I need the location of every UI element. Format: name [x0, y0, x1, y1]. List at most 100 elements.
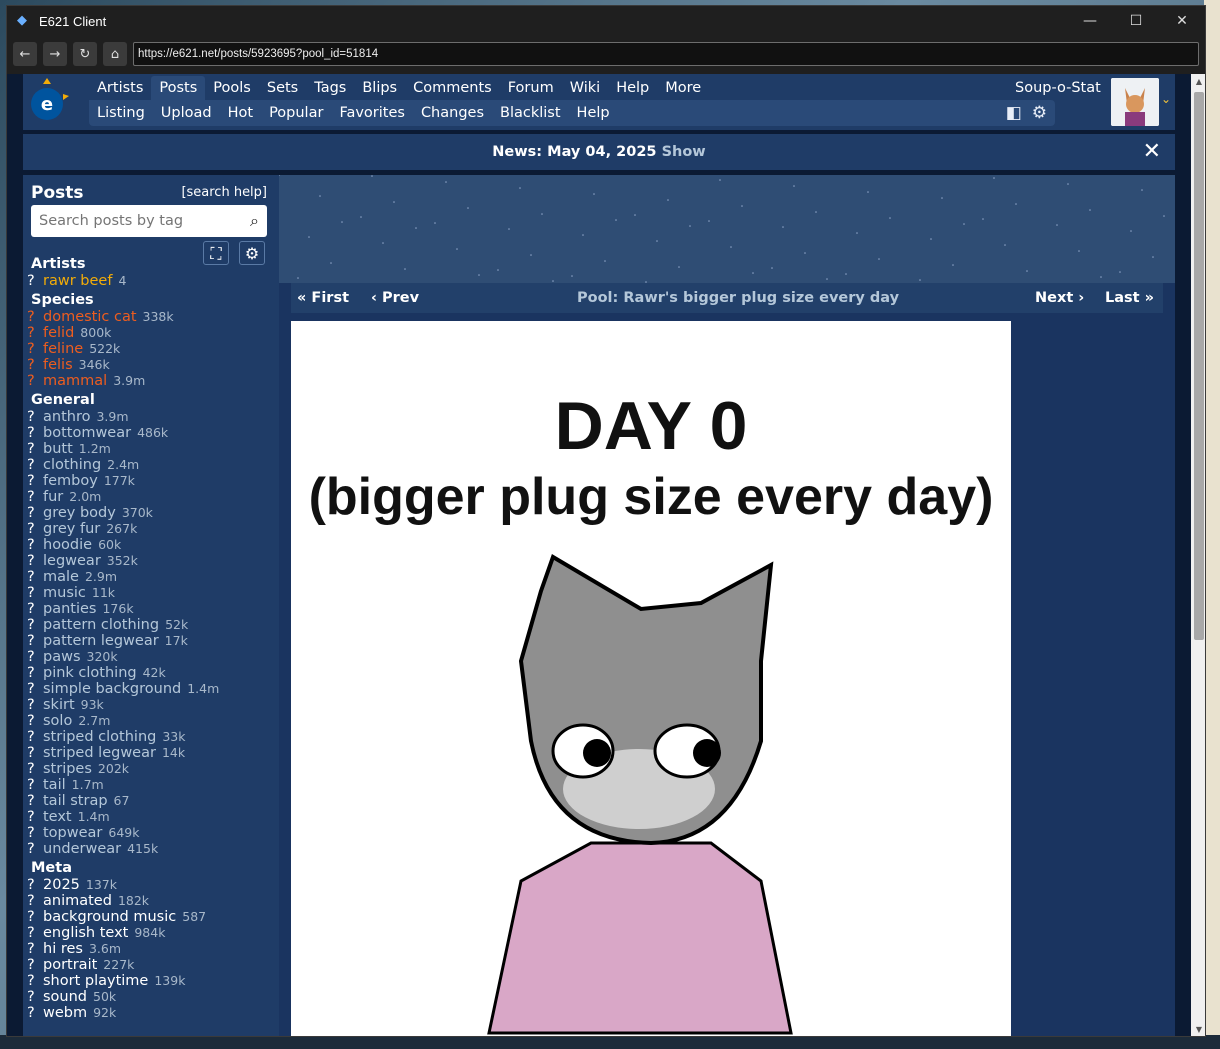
gear-icon[interactable]: ⚙ [1032, 103, 1047, 123]
pool-next-link[interactable]: Next › [1035, 283, 1084, 313]
nav-item-more[interactable]: More [657, 76, 709, 100]
tag-wiki-link[interactable]: ? [27, 745, 43, 761]
e621-logo[interactable]: e [27, 76, 71, 128]
tag-wiki-link[interactable]: ? [27, 649, 43, 665]
tag-name-link[interactable]: background music [43, 909, 176, 925]
tag-name-link[interactable]: domestic cat [43, 309, 137, 325]
tag-wiki-link[interactable]: ? [27, 825, 43, 841]
maximize-button[interactable]: ☐ [1113, 6, 1159, 36]
scroll-down-icon[interactable]: ▼ [1191, 1022, 1205, 1036]
tag-name-link[interactable]: topwear [43, 825, 102, 841]
tag-name-link[interactable]: legwear [43, 553, 101, 569]
tag-wiki-link[interactable]: ? [27, 457, 43, 473]
tag-wiki-link[interactable]: ? [27, 877, 43, 893]
tag-name-link[interactable]: short playtime [43, 973, 148, 989]
tag-wiki-link[interactable]: ? [27, 325, 43, 341]
tag-wiki-link[interactable]: ? [27, 617, 43, 633]
news-show-link[interactable]: Show [662, 144, 706, 160]
nav-item-help[interactable]: Help [608, 76, 657, 100]
nav-item-posts[interactable]: Posts [151, 76, 206, 100]
scroll-up-icon[interactable]: ▲ [1191, 74, 1205, 90]
tag-name-link[interactable]: skirt [43, 697, 75, 713]
tag-name-link[interactable]: tail strap [43, 793, 108, 809]
tag-wiki-link[interactable]: ? [27, 273, 43, 289]
tag-wiki-link[interactable]: ? [27, 841, 43, 857]
subnav-item-hot[interactable]: Hot [220, 100, 261, 126]
tag-name-link[interactable]: pattern legwear [43, 633, 159, 649]
pool-last-link[interactable]: Last » [1105, 283, 1154, 313]
nav-item-blips[interactable]: Blips [354, 76, 405, 100]
tag-name-link[interactable]: music [43, 585, 86, 601]
reload-button[interactable]: ↻ [73, 42, 97, 66]
tag-wiki-link[interactable]: ? [27, 601, 43, 617]
tag-name-link[interactable]: underwear [43, 841, 121, 857]
scroll-thumb[interactable] [1194, 92, 1204, 640]
tag-wiki-link[interactable]: ? [27, 373, 43, 389]
subnav-item-upload[interactable]: Upload [153, 100, 220, 126]
tag-name-link[interactable]: hoodie [43, 537, 92, 553]
tag-name-link[interactable]: panties [43, 601, 96, 617]
tag-wiki-link[interactable]: ? [27, 341, 43, 357]
close-icon[interactable]: ✕ [1143, 134, 1161, 170]
tag-name-link[interactable]: stripes [43, 761, 92, 777]
pool-name-link[interactable]: Pool: Rawr's bigger plug size every day [577, 283, 899, 313]
theme-icon[interactable]: ◧ [1006, 103, 1022, 123]
tag-wiki-link[interactable]: ? [27, 489, 43, 505]
tag-wiki-link[interactable]: ? [27, 665, 43, 681]
tag-name-link[interactable]: pattern clothing [43, 617, 159, 633]
tag-name-link[interactable]: english text [43, 925, 128, 941]
vertical-scrollbar[interactable]: ▲ ▼ [1191, 74, 1205, 1036]
close-window-button[interactable]: ✕ [1159, 6, 1205, 36]
nav-item-comments[interactable]: Comments [405, 76, 500, 100]
tag-wiki-link[interactable]: ? [27, 569, 43, 585]
tag-wiki-link[interactable]: ? [27, 553, 43, 569]
tag-wiki-link[interactable]: ? [27, 941, 43, 957]
tag-name-link[interactable]: femboy [43, 473, 98, 489]
tag-wiki-link[interactable]: ? [27, 633, 43, 649]
tag-name-link[interactable]: fur [43, 489, 63, 505]
tag-wiki-link[interactable]: ? [27, 925, 43, 941]
tag-wiki-link[interactable]: ? [27, 505, 43, 521]
address-bar[interactable]: https://e621.net/posts/5923695?pool_id=5… [133, 42, 1199, 66]
tag-wiki-link[interactable]: ? [27, 409, 43, 425]
subnav-item-favorites[interactable]: Favorites [331, 100, 413, 126]
avatar[interactable] [1111, 78, 1159, 126]
tag-name-link[interactable]: sound [43, 989, 87, 1005]
tag-wiki-link[interactable]: ? [27, 957, 43, 973]
tag-name-link[interactable]: mammal [43, 373, 107, 389]
tag-wiki-link[interactable]: ? [27, 441, 43, 457]
nav-item-wiki[interactable]: Wiki [562, 76, 608, 100]
tag-wiki-link[interactable]: ? [27, 909, 43, 925]
nav-item-pools[interactable]: Pools [205, 76, 259, 100]
tag-name-link[interactable]: hi res [43, 941, 83, 957]
tag-wiki-link[interactable]: ? [27, 537, 43, 553]
nav-item-sets[interactable]: Sets [259, 76, 306, 100]
tag-wiki-link[interactable]: ? [27, 425, 43, 441]
tag-wiki-link[interactable]: ? [27, 893, 43, 909]
search-help-link[interactable]: [search help] [181, 185, 267, 200]
back-button[interactable]: ← [13, 42, 37, 66]
tag-name-link[interactable]: bottomwear [43, 425, 131, 441]
tag-name-link[interactable]: male [43, 569, 79, 585]
tag-wiki-link[interactable]: ? [27, 585, 43, 601]
tag-name-link[interactable]: butt [43, 441, 73, 457]
tag-wiki-link[interactable]: ? [27, 809, 43, 825]
tag-wiki-link[interactable]: ? [27, 681, 43, 697]
tag-name-link[interactable]: striped clothing [43, 729, 156, 745]
tag-wiki-link[interactable]: ? [27, 1005, 43, 1021]
tag-name-link[interactable]: striped legwear [43, 745, 156, 761]
tag-wiki-link[interactable]: ? [27, 777, 43, 793]
tag-wiki-link[interactable]: ? [27, 713, 43, 729]
tag-name-link[interactable]: feline [43, 341, 83, 357]
pool-prev-link[interactable]: ‹ Prev [371, 283, 419, 313]
search-icon[interactable]: ⌕ [250, 211, 259, 231]
search-input[interactable] [31, 205, 229, 237]
tag-name-link[interactable]: portrait [43, 957, 97, 973]
tag-wiki-link[interactable]: ? [27, 521, 43, 537]
subnav-item-help[interactable]: Help [569, 100, 618, 126]
pool-first-link[interactable]: « First [297, 283, 349, 313]
minimize-button[interactable]: — [1067, 6, 1113, 36]
subnav-item-blacklist[interactable]: Blacklist [492, 100, 569, 126]
tag-wiki-link[interactable]: ? [27, 357, 43, 373]
subnav-item-popular[interactable]: Popular [261, 100, 331, 126]
